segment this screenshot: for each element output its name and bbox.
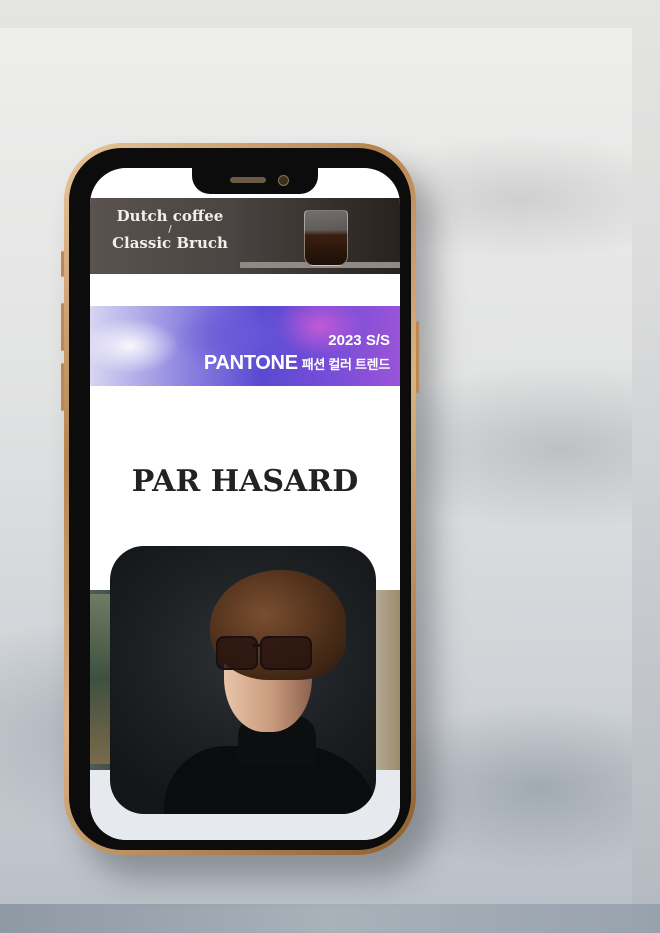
- phone-bezel: Dutch coffee / Classic Bruch 2023 S/S PA…: [69, 148, 411, 850]
- coffee-line-1: Dutch coffee: [116, 207, 224, 225]
- power-button: [416, 321, 419, 393]
- pantone-banner[interactable]: 2023 S/S PANTONE 패션 컬러 트렌드: [90, 306, 400, 386]
- coffee-line-2: Classic Bruch: [112, 234, 228, 252]
- coffee-glass-image: [304, 210, 348, 266]
- coffee-banner-text: Dutch coffee / Classic Bruch: [110, 208, 230, 252]
- background-floor: [0, 904, 660, 933]
- volume-down-button: [61, 363, 64, 411]
- coffee-banner[interactable]: Dutch coffee / Classic Bruch: [90, 198, 400, 274]
- glasses-right-lens: [260, 636, 312, 670]
- brand-title: PAR HASARD: [131, 464, 359, 499]
- pantone-brand: PANTONE: [203, 352, 298, 374]
- pantone-headline: PANTONE 패션 컬러 트렌드: [204, 352, 390, 375]
- side-button: [61, 251, 64, 277]
- pantone-subtitle: 패션 컬러 트렌드: [301, 357, 391, 372]
- speaker-icon: [230, 177, 266, 183]
- glasses-bridge: [252, 644, 262, 647]
- phone-screen: Dutch coffee / Classic Bruch 2023 S/S PA…: [90, 168, 400, 840]
- phone-notch: [192, 168, 318, 194]
- phone-mockup: Dutch coffee / Classic Bruch 2023 S/S PA…: [61, 143, 419, 855]
- volume-up-button: [61, 303, 64, 351]
- portrait-card[interactable]: [110, 546, 376, 814]
- camera-icon: [278, 175, 289, 186]
- glasses-left-lens: [216, 636, 258, 670]
- pantone-year: 2023 S/S: [328, 332, 390, 349]
